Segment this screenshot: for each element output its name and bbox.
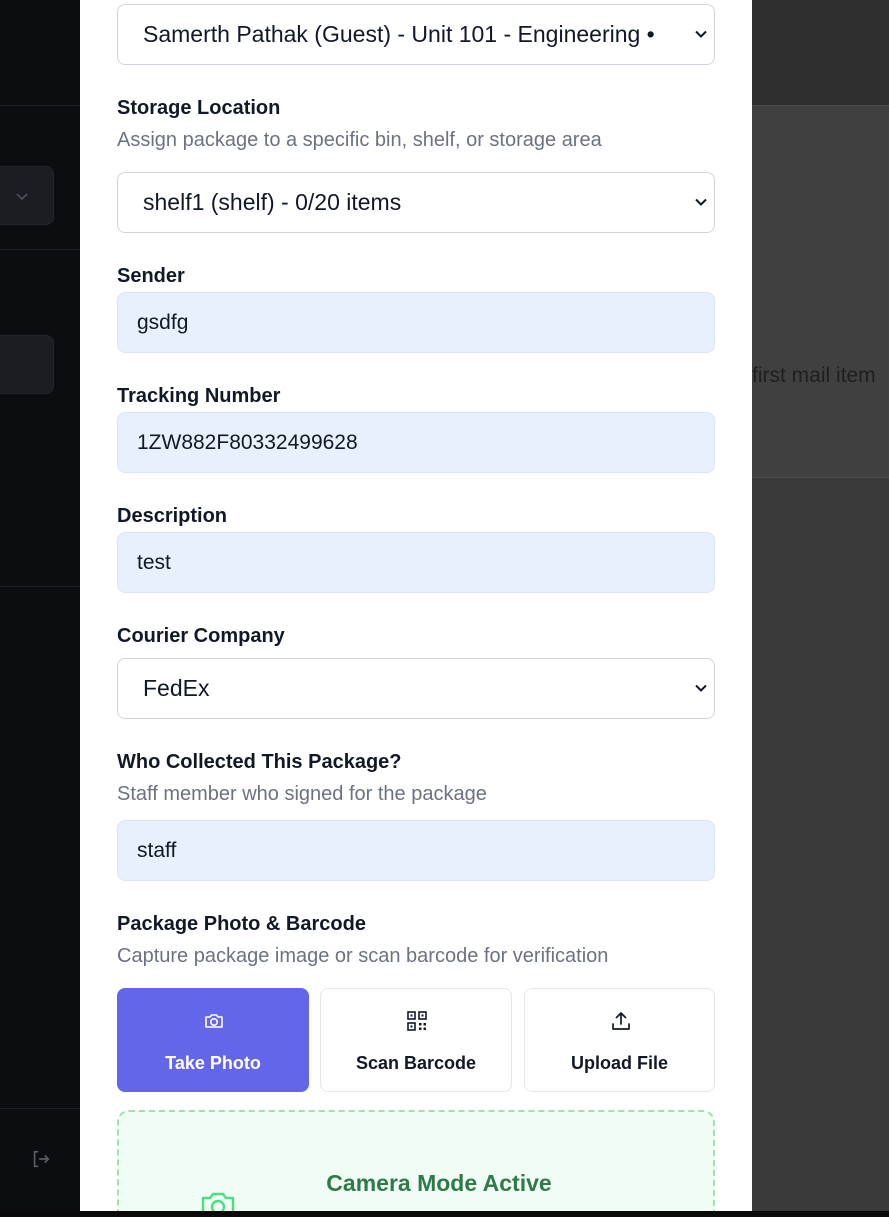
- courier-company-label: Courier Company: [117, 625, 285, 647]
- courier-company-select[interactable]: FedEx: [117, 658, 715, 719]
- upload-icon: [612, 1012, 630, 1030]
- package-photo-hint: Capture package image or scan barcode fo…: [117, 945, 609, 967]
- backdrop-divider: [0, 1108, 80, 1109]
- description-input[interactable]: test: [117, 532, 715, 593]
- chevron-down-icon: [695, 684, 707, 692]
- backdrop-header: [752, 0, 889, 105]
- collector-hint: Staff member who signed for the package: [117, 783, 487, 805]
- tracking-number-label: Tracking Number: [117, 385, 281, 407]
- camera-panel: Camera Mode Active: [117, 1110, 715, 1211]
- storage-location-select[interactable]: shelf1 (shelf) - 0/20 items: [117, 172, 715, 233]
- chevron-down-icon: [695, 198, 707, 206]
- backdrop-divider: [0, 586, 80, 587]
- tracking-number-input[interactable]: 1ZW882F80332499628: [117, 412, 715, 473]
- camera-icon: [205, 1014, 223, 1028]
- description-value: test: [137, 550, 171, 574]
- window-bottom-edge: [0, 1211, 889, 1217]
- backdrop-divider: [0, 249, 80, 250]
- sender-label: Sender: [117, 265, 185, 287]
- logout-icon: [33, 1150, 50, 1168]
- collector-input[interactable]: staff: [117, 820, 715, 881]
- scan-barcode-button[interactable]: Scan Barcode: [320, 988, 512, 1092]
- qr-code-icon: [407, 1011, 427, 1031]
- scan-barcode-label: Scan Barcode: [355, 1053, 477, 1073]
- new-package-modal: Samerth Pathak (Guest) - Unit 101 - Engi…: [80, 0, 752, 1211]
- storage-location-hint: Assign package to a specific bin, shelf,…: [117, 129, 602, 151]
- take-photo-button[interactable]: Take Photo: [117, 988, 309, 1092]
- backdrop-empty-text: first mail item: [752, 364, 876, 387]
- take-photo-label: Take Photo: [165, 1053, 261, 1073]
- sender-value: gsdfg: [137, 310, 189, 334]
- upload-file-label: Upload File: [570, 1053, 668, 1073]
- backdrop-left: [0, 0, 80, 1217]
- tracking-number-value: 1ZW882F80332499628: [137, 430, 358, 454]
- camera-icon: [201, 1192, 235, 1211]
- collector-value: staff: [137, 838, 177, 862]
- recipient-select[interactable]: Samerth Pathak (Guest) - Unit 101 - Engi…: [117, 4, 715, 65]
- recipient-select-value: Samerth Pathak (Guest) - Unit 101 - Engi…: [143, 21, 655, 47]
- chevron-down-icon: [695, 30, 707, 38]
- backdrop-right: first mail item: [752, 0, 889, 1217]
- collector-label: Who Collected This Package?: [117, 751, 402, 773]
- description-label: Description: [117, 505, 228, 527]
- storage-location-value: shelf1 (shelf) - 0/20 items: [143, 189, 402, 215]
- courier-company-value: FedEx: [143, 675, 210, 701]
- backdrop-panel: [752, 105, 889, 478]
- storage-location-label: Storage Location: [117, 97, 281, 119]
- package-photo-label: Package Photo & Barcode: [117, 913, 366, 935]
- backdrop-divider: [0, 105, 80, 106]
- sender-input[interactable]: gsdfg: [117, 292, 715, 353]
- chevron-down-icon: [16, 193, 28, 201]
- backdrop-card: [0, 335, 54, 394]
- upload-file-button[interactable]: Upload File: [524, 988, 715, 1092]
